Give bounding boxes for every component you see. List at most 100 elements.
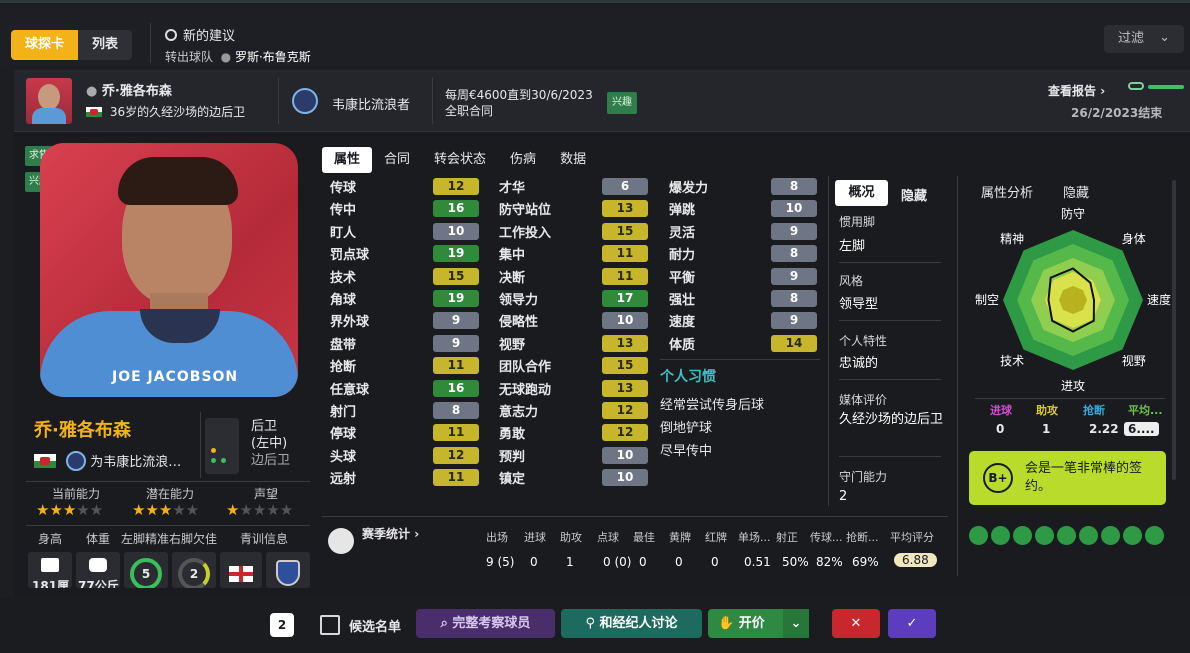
attribute-row[interactable]: 角球 19	[330, 289, 479, 309]
person-icon: ●	[86, 84, 98, 99]
radar-title[interactable]: 属性分析	[981, 182, 1033, 201]
attribute-row[interactable]: 才华 6	[499, 177, 648, 197]
scrollbar[interactable]	[1172, 180, 1176, 480]
attribute-row[interactable]: 预判 10	[499, 446, 648, 466]
discuss-agent-button[interactable]: ⚲ 和经纪人讨论	[561, 609, 702, 638]
trait-icon[interactable]	[991, 526, 1010, 545]
attribute-row[interactable]: 远射 11	[330, 468, 479, 488]
tab-scout-card[interactable]: 球探卡	[11, 30, 79, 60]
attribute-row[interactable]: 任意球 16	[330, 379, 479, 399]
report-end: 26/2/2023结束	[1071, 106, 1163, 120]
trait-icon[interactable]	[1013, 526, 1032, 545]
attribute-row[interactable]: 射门 8	[330, 401, 479, 421]
chevron-down-icon: ⌄	[1159, 30, 1170, 45]
attribute-value: 9	[433, 334, 479, 352]
trait-icon[interactable]	[1123, 526, 1142, 545]
attribute-row[interactable]: 头球 12	[330, 446, 479, 466]
trait-icon[interactable]	[1145, 526, 1164, 545]
attribute-row[interactable]: 弹跳 10	[669, 199, 817, 219]
full-scout-button[interactable]: ⌕ 完整考察球员	[416, 609, 555, 638]
attribute-row[interactable]: 传中 16	[330, 199, 479, 219]
tab-injuries[interactable]: 伤病	[498, 147, 548, 173]
attribute-row[interactable]: 爆发力 8	[669, 177, 817, 197]
attribute-row[interactable]: 体质 14	[669, 334, 817, 354]
chevron-down-icon[interactable]: ⌄	[783, 609, 809, 638]
attribute-value: 8	[771, 178, 817, 195]
season-stats-link[interactable]: 赛季统计 ›	[362, 525, 419, 542]
season-stat-header: 进球	[524, 531, 546, 544]
attribute-row[interactable]: 无球跑动 13	[499, 379, 648, 399]
confirm-button[interactable]: ✓	[888, 609, 936, 638]
attribute-value: 13	[602, 200, 648, 218]
attribute-row[interactable]: 盯人 10	[330, 222, 479, 242]
suggestion-box[interactable]: 新的建议 转出球队 ● 罗斯·布鲁克斯	[165, 25, 311, 65]
attribute-row[interactable]: 意志力 12	[499, 401, 648, 421]
radar-label: 身体	[1122, 231, 1146, 246]
attribute-row[interactable]: 镇定 10	[499, 468, 648, 488]
divider	[322, 516, 948, 517]
tab-hide[interactable]: 隐藏	[901, 185, 927, 204]
attribute-row[interactable]: 视野 13	[499, 334, 648, 354]
divider	[975, 398, 1165, 399]
transfer-label: 转出球队	[165, 50, 214, 64]
weight-value: 77公斤	[78, 579, 119, 588]
attribute-row[interactable]: 抢断 11	[330, 356, 479, 376]
contract-line1: 每周€4600直到30/6/2023	[445, 88, 593, 102]
radar-hide[interactable]: 隐藏	[1063, 182, 1089, 201]
club-crest-icon	[66, 451, 87, 471]
divider	[839, 320, 941, 321]
attribute-row[interactable]: 集中 11	[499, 244, 648, 264]
attribute-row[interactable]: 灵活 9	[669, 222, 817, 242]
attribute-row[interactable]: 领导力 17	[499, 289, 648, 309]
attribute-value: 10	[771, 200, 817, 218]
divider	[839, 456, 941, 457]
reject-button[interactable]: ✕	[832, 609, 880, 638]
attribute-row[interactable]: 盘带 9	[330, 334, 479, 354]
make-offer-button[interactable]: ✋ 开价 ⌄	[708, 609, 809, 638]
tab-data[interactable]: 数据	[548, 147, 598, 173]
trait-icon[interactable]	[1057, 526, 1076, 545]
attribute-row[interactable]: 勇敢 12	[499, 423, 648, 443]
club-line: 为韦康比流浪…	[34, 451, 181, 471]
attribute-row[interactable]: 决断 11	[499, 267, 648, 287]
attribute-value: 9	[433, 312, 479, 330]
shortlist-label: 候选名单	[349, 620, 402, 635]
trait-icon[interactable]	[1035, 526, 1054, 545]
foot-label: 惯用脚	[839, 215, 876, 229]
report-link-label: 查看报告	[1048, 84, 1097, 98]
attribute-row[interactable]: 技术 15	[330, 267, 479, 287]
attribute-row[interactable]: 工作投入 15	[499, 222, 648, 242]
club-name[interactable]: 韦康比流浪者	[332, 94, 410, 113]
tab-list[interactable]: 列表	[78, 30, 133, 60]
attribute-name: 传球	[330, 181, 357, 196]
attribute-row[interactable]: 停球 11	[330, 423, 479, 443]
tab-attributes[interactable]: 属性	[322, 147, 373, 173]
attribute-row[interactable]: 防守站位 13	[499, 199, 648, 219]
attribute-row[interactable]: 团队合作 15	[499, 356, 648, 376]
report-link[interactable]: 查看报告 ›	[1048, 82, 1105, 99]
attribute-radar-chart: 防守身体速度视野进攻 技术 制空 精神	[975, 206, 1171, 393]
for-club: 为韦康比流浪…	[90, 455, 182, 470]
trait-icon[interactable]	[969, 526, 988, 545]
attribute-row[interactable]: 耐力 8	[669, 244, 817, 264]
attribute-row[interactable]: 速度 9	[669, 311, 817, 331]
attribute-row[interactable]: 强壮 8	[669, 289, 817, 309]
check-icon: ✓	[906, 616, 918, 631]
attribute-row[interactable]: 罚点球 19	[330, 244, 479, 264]
foot-value: 左脚	[839, 239, 866, 254]
attribute-row[interactable]: 界外球 9	[330, 311, 479, 331]
tab-transfer-status[interactable]: 转会状态	[422, 147, 498, 173]
tab-contract[interactable]: 合同	[372, 147, 422, 173]
tab-overview[interactable]: 概况	[835, 180, 888, 206]
attribute-value: 12	[433, 178, 479, 195]
filter-dropdown[interactable]: 过滤 ⌄	[1104, 25, 1184, 53]
recommendation-text: 会是一笔非常棒的签约。	[1025, 461, 1143, 494]
trait-icon[interactable]	[1101, 526, 1120, 545]
attribute-value: 15	[602, 222, 648, 240]
attribute-row[interactable]: 侵略性 10	[499, 311, 648, 331]
shortlist-checkbox[interactable]	[320, 615, 340, 635]
attribute-row[interactable]: 传球 12	[330, 177, 479, 197]
attribute-row[interactable]: 平衡 9	[669, 267, 817, 287]
trait-icon[interactable]	[1079, 526, 1098, 545]
contract-line2: 全职合同	[445, 104, 494, 118]
